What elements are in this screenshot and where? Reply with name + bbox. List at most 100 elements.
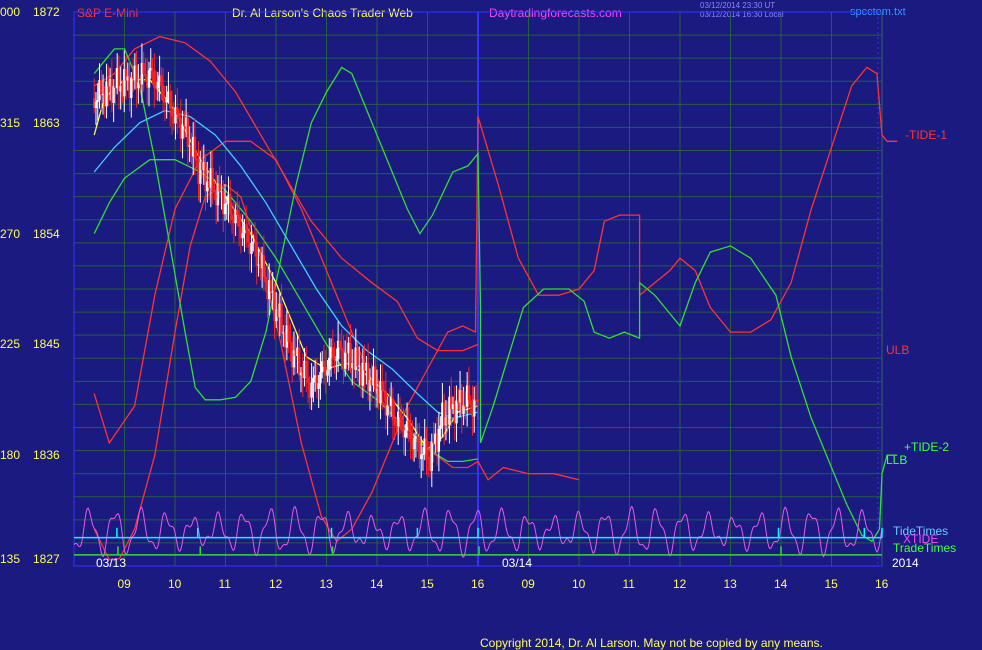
price-body [153, 69, 156, 88]
price-body [326, 369, 329, 376]
price-body [246, 230, 250, 243]
copyright-notice: Copyright 2014, Dr. Al Larson. May not b… [480, 636, 823, 650]
price-body [94, 101, 98, 109]
price-body [335, 359, 338, 361]
date-label-1: 03/13 [96, 556, 127, 570]
y-tick-left: 225 [0, 337, 21, 352]
tide1-label: -TIDE-1 [905, 128, 947, 142]
price-body [340, 347, 343, 351]
price-body [245, 224, 248, 231]
price-body [356, 347, 359, 367]
price-body [439, 425, 442, 429]
price-body [328, 357, 331, 370]
ulb-label: ULB [886, 343, 910, 357]
x-tick-label: 14 [774, 577, 788, 591]
price-body [236, 210, 239, 216]
y-tick-value: 1872 [33, 5, 60, 19]
price-body [169, 91, 172, 109]
price-body [400, 417, 403, 428]
year-label: 2014 [892, 556, 919, 570]
series-tide2_green [93, 48, 898, 543]
x-tick-label: 12 [673, 577, 687, 591]
y-tick-left: 315 [0, 115, 21, 130]
tradetimes-label: TradeTimes [893, 541, 957, 555]
price-body [343, 352, 347, 369]
price-body [421, 453, 425, 455]
price-body [338, 340, 342, 348]
y-tick-value: 1863 [33, 115, 60, 130]
price-body [331, 347, 335, 359]
llb-label: LLB [886, 453, 908, 467]
y-tick-left: 000 [0, 5, 21, 19]
price-body [319, 372, 322, 384]
series-tide1_red [93, 66, 898, 561]
price-body [473, 399, 476, 417]
price-body [147, 70, 151, 88]
price-body [462, 405, 465, 414]
price-body [170, 108, 174, 117]
price-body [195, 158, 198, 161]
price-body [181, 124, 184, 139]
price-body [237, 215, 241, 227]
price-body [255, 241, 259, 266]
price-body [469, 400, 472, 405]
tide2-label: +TIDE-2 [904, 440, 950, 454]
price-body [381, 381, 384, 391]
x-tick-label: 15 [420, 577, 434, 591]
price-body [322, 361, 326, 367]
x-tick-label: 10 [572, 577, 586, 591]
series-ulb [93, 35, 479, 352]
y-tick-left: 135 [0, 552, 21, 566]
price-body [177, 114, 181, 118]
price-body [310, 382, 313, 398]
price-body [412, 437, 416, 450]
x-tick-label: 11 [218, 577, 231, 591]
price-body [161, 85, 165, 102]
price-body [427, 456, 430, 459]
y-tick-value: 1845 [33, 337, 60, 352]
x-tick-label: 13 [723, 577, 737, 591]
price-body [130, 77, 133, 98]
price-body [280, 303, 283, 334]
y-tick-value: 1827 [33, 552, 60, 566]
price-body [382, 390, 386, 392]
price-body [230, 214, 234, 221]
price-body [430, 441, 433, 471]
price-body [391, 398, 395, 420]
price-body [264, 276, 267, 283]
price-body [176, 107, 179, 115]
price-body [374, 366, 377, 390]
x-tick-label: 09 [521, 577, 535, 591]
x-tick-label: 12 [269, 577, 283, 591]
price-body [211, 168, 214, 191]
price-body [229, 194, 232, 215]
x-tick-label: 10 [168, 577, 182, 591]
price-body [165, 97, 168, 103]
y-tick-value: 1854 [33, 226, 60, 241]
price-body [144, 74, 147, 77]
price-body [241, 233, 244, 239]
x-tick-label: 15 [824, 577, 838, 591]
chart-svg [73, 11, 898, 567]
x-tick-label: 11 [622, 577, 635, 591]
price-body [398, 411, 402, 418]
price-body [151, 67, 154, 70]
date-label-2: 03/14 [502, 556, 533, 570]
price-body [223, 203, 227, 215]
x-tick-label: 13 [319, 577, 333, 591]
price-body [250, 243, 253, 254]
x-tick-label: 14 [370, 577, 384, 591]
price-body [262, 255, 266, 277]
price-body [96, 100, 99, 102]
price-body [467, 385, 471, 401]
price-body [193, 136, 197, 159]
price-body [407, 421, 411, 428]
x-tick-label: 09 [117, 577, 131, 591]
price-body [287, 325, 290, 343]
y-tick-value: 1836 [33, 448, 60, 463]
series-upper_red [93, 140, 580, 481]
price-body [306, 377, 310, 384]
price-body [437, 428, 441, 452]
price-body [225, 203, 228, 205]
price-body [404, 430, 407, 438]
